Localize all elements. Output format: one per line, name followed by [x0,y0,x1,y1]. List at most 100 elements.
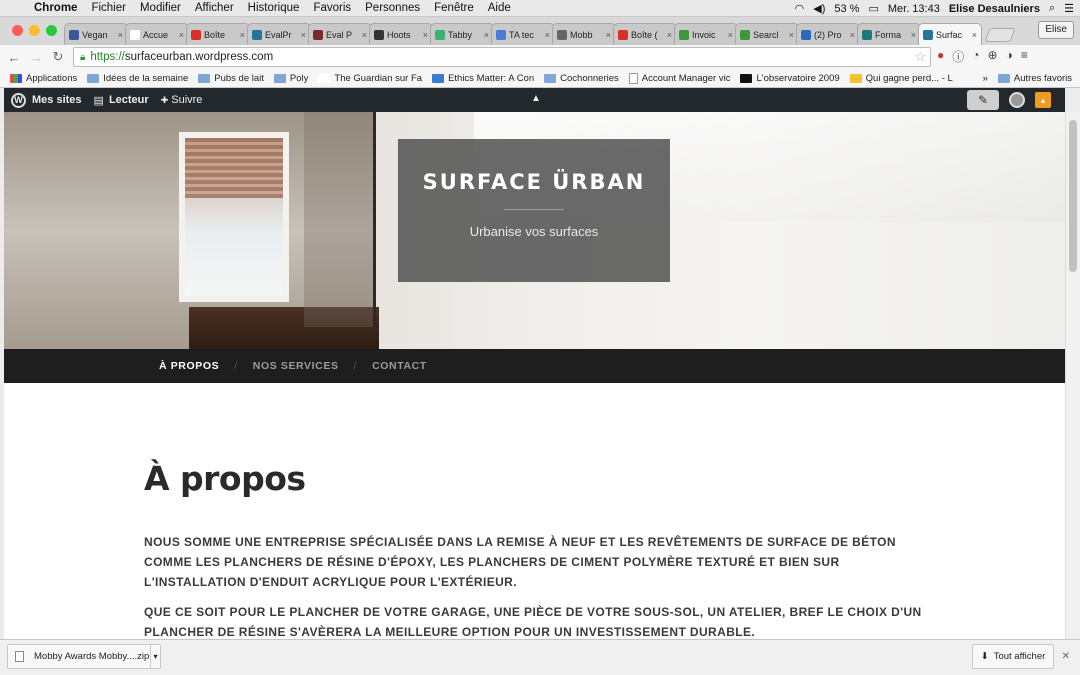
my-sites-link[interactable]: W Mes sites [11,92,82,108]
bookmark-item[interactable]: Pubs de lait [198,73,264,84]
reload-icon[interactable]: ↻ [50,49,66,65]
follow-link[interactable]: ✚ Suivre [161,94,203,106]
clock[interactable]: Mer. 13:43 [888,3,940,15]
tab-title: Invoic [692,29,716,40]
battery-percent[interactable]: 53 % [834,3,859,15]
browser-tab[interactable]: TA tec × [491,23,555,45]
notifications-icon[interactable]: ▴ [1035,92,1051,108]
browser-tab[interactable]: Tabby × [430,23,494,45]
collapse-arrow-icon[interactable]: ▲ [531,93,541,104]
menu-personnes[interactable]: Personnes [365,2,420,14]
bookmark-item[interactable]: Account Manager vic [628,72,730,84]
bookmarks-bar: Applications Idées de la semaine Pubs de l… [0,69,1080,88]
minimize-window-button[interactable] [29,25,40,36]
bookmark-item[interactable]: Poly [273,73,308,84]
bookmark-item[interactable]: L'observatoire 2009 [740,73,840,84]
bookmark-other-favorites[interactable]: Autres favoris [997,73,1072,84]
bookmark-item[interactable]: Qui gagne perd... - L [849,72,953,84]
browser-tab[interactable]: Invoic × [674,23,738,45]
browser-tab[interactable]: Searcl × [735,23,799,45]
bookmark-item[interactable]: Applications [10,73,77,84]
tab-close-icon[interactable]: × [240,30,245,40]
tab-close-icon[interactable]: × [789,30,794,40]
lock-icon: 🔒︎ [80,51,86,63]
bookmark-item[interactable]: Cochonneries [544,73,619,84]
browser-tab[interactable]: Vegan × [64,23,128,45]
tab-close-icon[interactable]: × [606,30,611,40]
tab-close-icon[interactable]: × [972,30,977,40]
browser-tab[interactable]: Forma × [857,23,921,45]
extension-icon[interactable]: ◔ [972,48,979,65]
bookmarks-more-chevron[interactable]: » [983,73,988,84]
wifi-icon[interactable]: ◠ [795,2,805,15]
menu-fenetre[interactable]: Fenêtre [434,2,474,14]
tab-close-icon[interactable]: × [423,30,428,40]
browser-tab[interactable]: Accue × [125,23,189,45]
extension-icon[interactable]: ⊕ [988,48,998,65]
menu-historique[interactable]: Historique [248,2,300,14]
tab-close-icon[interactable]: × [911,30,916,40]
tab-title: Searcl [753,29,779,40]
nav-nos-services[interactable]: NOS SERVICES [253,360,339,372]
chrome-menu-icon[interactable]: ≡ [1021,48,1028,65]
browser-tab[interactable]: (2) Pro × [796,23,860,45]
bookmark-item[interactable]: Idées de la semaine [87,73,188,84]
extension-icon[interactable]: ◑ [1006,48,1013,65]
reader-link[interactable]: ▤ Lecteur [94,94,149,107]
scrollbar-thumb[interactable] [1069,120,1077,272]
nav-contact[interactable]: CONTACT [372,360,427,372]
wordpress-logo-icon: W [11,92,26,108]
page-scrollbar[interactable] [1065,112,1080,639]
tab-close-icon[interactable]: × [179,30,184,40]
battery-icon[interactable]: ▭ [868,2,878,15]
tab-close-icon[interactable]: × [301,30,306,40]
browser-tab[interactable]: Hoots × [369,23,433,45]
menu-chrome[interactable]: Chrome [34,2,77,14]
close-shelf-icon[interactable]: ✕ [1062,651,1070,662]
tab-close-icon[interactable]: × [667,30,672,40]
tab-close-icon[interactable]: × [850,30,855,40]
url-host: surfaceurban.wordpress.com [124,51,274,63]
notification-center-icon[interactable]: ☰ [1064,2,1074,15]
new-tab-button[interactable] [984,28,1016,42]
volume-icon[interactable]: ◀) [813,2,825,15]
download-options-chevron-icon[interactable]: ▾ [150,645,160,668]
avatar[interactable] [1009,92,1025,108]
download-item[interactable]: Mobby Awards Mobby....zip ▾ [7,644,161,669]
browser-tab[interactable]: Boîte × [186,23,250,45]
site-title[interactable]: SURFACE ÜRBAN [398,170,670,194]
tab-close-icon[interactable]: × [362,30,367,40]
spotlight-icon[interactable]: ⌕ [1049,2,1055,15]
profile-button[interactable]: Elise [1038,21,1074,39]
back-arrow-icon[interactable]: ← [6,50,22,65]
show-all-downloads-button[interactable]: ⬇ Tout afficher [972,644,1054,669]
menu-afficher[interactable]: Afficher [195,2,234,14]
extension-icon[interactable]: ● [937,48,944,65]
window-controls [12,25,57,36]
browser-tab[interactable]: EvalPr × [247,23,311,45]
menu-modifier[interactable]: Modifier [140,2,181,14]
zoom-window-button[interactable] [46,25,57,36]
tab-close-icon[interactable]: × [545,30,550,40]
browser-tab[interactable]: Surfac × [918,23,982,45]
bookmark-star-icon[interactable]: ☆ [914,49,926,65]
bookmark-item[interactable]: Ethics Matter: A Con [432,73,534,84]
bookmark-label: Qui gagne perd... - L [865,72,953,84]
tab-close-icon[interactable]: × [118,30,123,40]
browser-tab[interactable]: Mobb × [552,23,616,45]
menu-favoris[interactable]: Favoris [313,2,351,14]
bookmark-item[interactable]: The Guardian sur Fa [318,73,422,84]
tab-close-icon[interactable]: × [728,30,733,40]
extension-icon[interactable]: ⓘ [952,48,964,65]
browser-tab[interactable]: Boîte (× [613,23,677,45]
close-window-button[interactable] [12,25,23,36]
address-bar[interactable]: 🔒︎ https:// surfaceurban.wordpress.com ☆ [73,47,931,67]
menu-fichier[interactable]: Fichier [91,2,126,14]
tab-close-icon[interactable]: × [484,30,489,40]
menu-aide[interactable]: Aide [488,2,511,14]
nav-a-propos[interactable]: À PROPOS [159,360,219,372]
user-name[interactable]: Elise Desaulniers [949,3,1040,15]
forward-arrow-icon[interactable]: → [28,50,44,65]
write-post-button[interactable]: ✎ [967,90,999,110]
browser-tab[interactable]: Eval P × [308,23,372,45]
